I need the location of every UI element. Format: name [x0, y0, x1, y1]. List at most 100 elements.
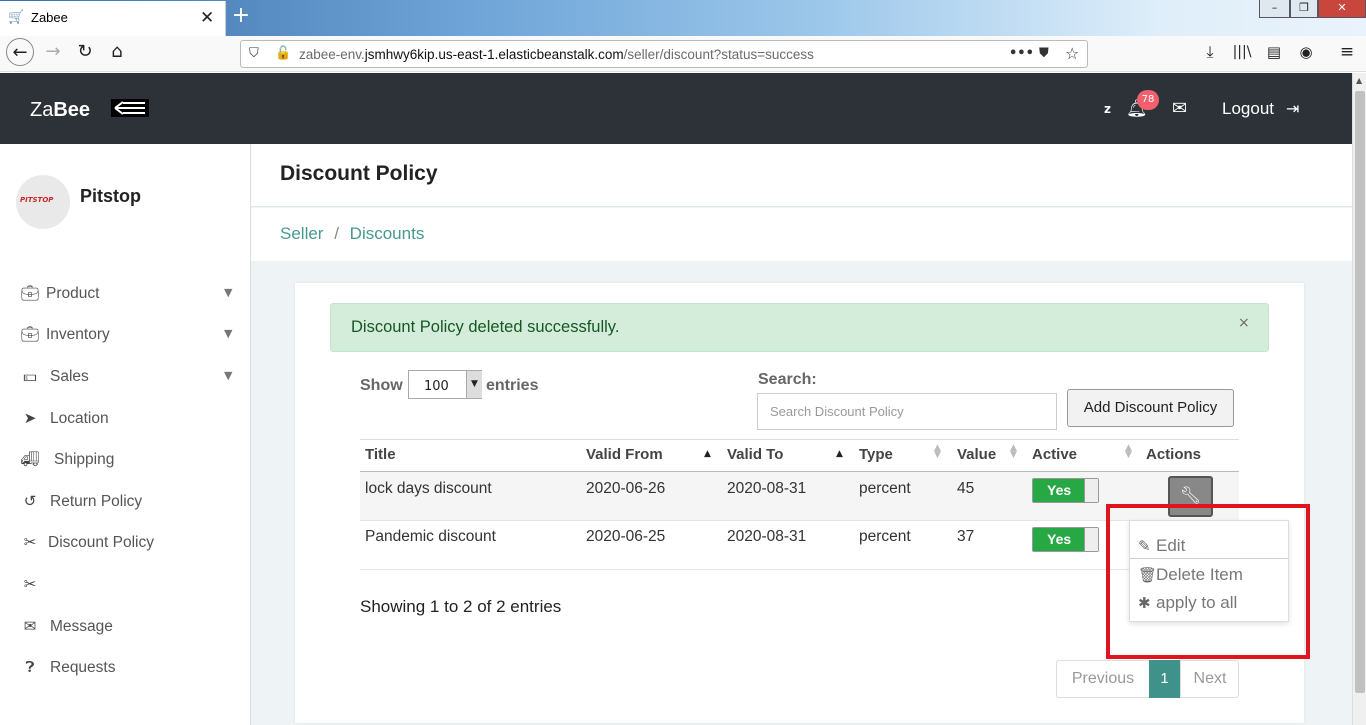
- sidebar-item-unnamed[interactable]: ✂: [0, 571, 250, 601]
- user-initial[interactable]: z: [1104, 102, 1111, 116]
- previous-page-button[interactable]: Previous: [1057, 661, 1149, 697]
- cell-title: Pandemic discount: [365, 528, 496, 545]
- store-name: Pitstop: [80, 186, 141, 206]
- page-actions-icon[interactable]: •••: [1009, 46, 1034, 61]
- close-window-icon[interactable]: ✕: [1318, 0, 1366, 18]
- sort-both-icon[interactable]: ▲ ▼: [934, 444, 941, 460]
- sidebar-item-label: Inventory: [46, 326, 110, 343]
- scrollbar-thumb[interactable]: [1355, 91, 1365, 693]
- reload-icon[interactable]: ↻: [71, 38, 99, 66]
- store-avatar: PITSTOP: [16, 175, 70, 229]
- toggle-handle: [1084, 479, 1098, 502]
- close-tab-icon[interactable]: ✕: [200, 8, 214, 28]
- downloads-icon[interactable]: ⤓: [1196, 38, 1224, 66]
- logo-bold-text: Bee: [53, 99, 91, 121]
- url-bar[interactable]: ⛉ 🔓 zabee-env.jsmhwy6kip.us-east-1.elast…: [240, 40, 1088, 68]
- logo-light-text: Za: [30, 99, 54, 121]
- maximize-icon[interactable]: ❐: [1290, 0, 1318, 18]
- app-logo[interactable]: ZaBee: [30, 99, 90, 122]
- search-input[interactable]: [757, 393, 1057, 430]
- page-length-select[interactable]: 100 ▼: [408, 370, 482, 399]
- sidebar-item-label: Message: [50, 618, 113, 635]
- chevron-down-icon: ▼: [224, 369, 233, 382]
- sort-asc-icon[interactable]: ▲: [704, 449, 711, 459]
- breadcrumb-discounts[interactable]: Discounts: [350, 224, 425, 243]
- toggle-label: Yes: [1047, 482, 1072, 498]
- cell-type: percent: [859, 480, 911, 497]
- browser-tab[interactable]: 🛒 Zabee ✕: [0, 1, 226, 36]
- pagination: Previous 1 Next: [1056, 660, 1239, 698]
- chevron-down-icon[interactable]: ▼: [466, 371, 482, 398]
- sidebar-item-product[interactable]: 💼︎ Product ▼: [0, 280, 250, 310]
- column-actions: Actions: [1146, 446, 1202, 463]
- truck-icon: 🚚︎: [20, 450, 40, 468]
- question-circle-icon: ❓︎: [25, 658, 35, 676]
- sidebar-item-label: Return Policy: [50, 493, 143, 510]
- cell-value: 37: [957, 528, 975, 545]
- cell-type: percent: [859, 528, 911, 545]
- undo-icon: ↺: [23, 492, 37, 510]
- breadcrumb-seller[interactable]: Seller: [280, 224, 323, 243]
- sidebar-item-inventory[interactable]: 💼︎ Inventory ▼: [0, 321, 250, 351]
- notification-badge: 78: [1137, 90, 1159, 110]
- shield-icon[interactable]: ⛉: [249, 46, 259, 61]
- sign-out-icon[interactable]: ⇥: [1286, 99, 1299, 118]
- add-discount-policy-button[interactable]: Add Discount Policy: [1067, 389, 1234, 427]
- sidebar-item-location[interactable]: ➤ Location: [0, 405, 250, 435]
- sidebar-item-label: Product: [46, 285, 100, 302]
- entries-label: entries: [486, 377, 539, 394]
- sort-both-icon[interactable]: ▲ ▼: [1125, 444, 1132, 460]
- store-logo-text: PITSTOP: [20, 196, 54, 204]
- forward-icon[interactable]: →: [39, 38, 67, 66]
- highlight-box: [1106, 504, 1310, 659]
- envelope-icon[interactable]: ✉: [1172, 98, 1187, 119]
- sort-both-icon[interactable]: ▲ ▼: [1010, 444, 1017, 460]
- sidebar-item-requests[interactable]: ❓︎ Requests: [0, 654, 250, 684]
- url-text[interactable]: zabee-env.jsmhwy6kip.us-east-1.elasticbe…: [299, 47, 814, 62]
- page-1-button[interactable]: 1: [1149, 660, 1180, 698]
- sidebar-item-shipping[interactable]: 🚚︎ Shipping: [0, 446, 250, 476]
- menu-toggle-icon[interactable]: [111, 99, 149, 117]
- page-scrollbar[interactable]: ▲: [1352, 73, 1366, 725]
- new-tab-button[interactable]: +: [230, 4, 252, 28]
- next-page-button[interactable]: Next: [1180, 661, 1239, 697]
- cell-valid-to: 2020-08-31: [727, 480, 807, 497]
- sidebar-item-sales[interactable]: 💵︎ Sales ▼: [0, 363, 250, 393]
- page-title: Discount Policy: [280, 162, 438, 185]
- breadcrumb: Seller / Discounts: [280, 224, 424, 244]
- scroll-up-icon[interactable]: ▲: [1356, 76, 1362, 85]
- menu-icon[interactable]: ≡: [1333, 38, 1361, 66]
- column-valid-from[interactable]: Valid From: [586, 446, 663, 463]
- close-alert-icon[interactable]: ×: [1238, 315, 1250, 331]
- column-value[interactable]: Value: [957, 446, 996, 463]
- pocket-icon[interactable]: ⛊: [1039, 46, 1049, 61]
- sidebar-item-message[interactable]: ✉ Message: [0, 613, 250, 643]
- active-toggle[interactable]: Yes: [1032, 527, 1099, 552]
- wrench-icon: 🔧︎: [1179, 486, 1202, 506]
- sidebar-item-discount-policy[interactable]: ✂ Discount Policy: [0, 529, 250, 559]
- tab-title: Zabee: [31, 10, 68, 25]
- sidebar-item-return-policy[interactable]: ↺ Return Policy: [0, 488, 250, 518]
- library-icon[interactable]: |||\: [1228, 38, 1256, 66]
- column-active[interactable]: Active: [1032, 446, 1077, 463]
- toggle-label: Yes: [1047, 531, 1072, 547]
- success-alert: Discount Policy deleted successfully. ×: [330, 303, 1269, 352]
- sidebar-item-label: Requests: [50, 659, 116, 676]
- column-valid-to[interactable]: Valid To: [727, 446, 783, 463]
- insecure-lock-icon[interactable]: 🔓: [275, 46, 291, 61]
- active-toggle[interactable]: Yes: [1032, 478, 1099, 503]
- minimize-icon[interactable]: –: [1259, 0, 1290, 18]
- favicon-icon: 🛒: [8, 10, 25, 25]
- show-label: Show: [360, 377, 403, 394]
- bookmark-star-icon[interactable]: ☆: [1065, 44, 1079, 63]
- account-icon[interactable]: ◉: [1292, 38, 1320, 66]
- sidebar-toggle-icon[interactable]: ▤: [1260, 38, 1288, 66]
- sort-asc-icon[interactable]: ▲: [836, 449, 843, 459]
- sidebar-item-label: Discount Policy: [48, 534, 154, 551]
- home-icon[interactable]: ⌂: [103, 38, 131, 66]
- logout-link[interactable]: Logout: [1222, 99, 1274, 119]
- cell-valid-to: 2020-08-31: [727, 528, 807, 545]
- column-type[interactable]: Type: [859, 446, 893, 463]
- column-title[interactable]: Title: [365, 446, 396, 463]
- back-icon[interactable]: ←: [6, 38, 34, 66]
